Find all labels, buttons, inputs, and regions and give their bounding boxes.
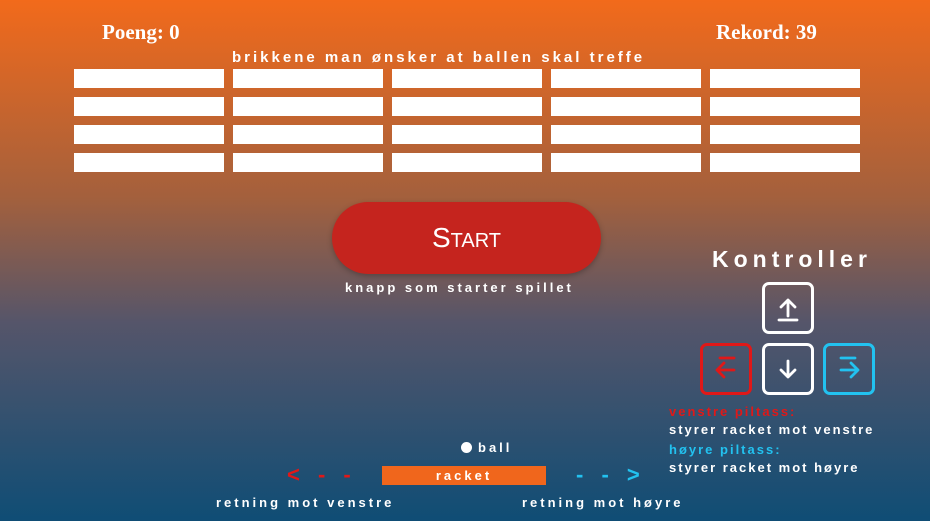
right-direction-arrow: - - > xyxy=(576,462,646,487)
left-direction-arrow: < - - xyxy=(287,462,357,487)
left-key xyxy=(700,343,752,395)
brick xyxy=(74,153,224,172)
up-key xyxy=(762,282,814,334)
start-button[interactable]: Start xyxy=(332,202,601,274)
left-direction-caption: retning mot venstre xyxy=(216,495,395,510)
brick xyxy=(74,69,224,88)
ball xyxy=(461,442,472,453)
down-key xyxy=(762,343,814,395)
controls-title: Kontroller xyxy=(712,246,872,272)
brick xyxy=(710,153,860,172)
right-key-description: styrer racket mot høyre xyxy=(669,460,860,475)
arrow-right-icon xyxy=(839,356,860,379)
record-display: Rekord: 39 xyxy=(716,20,817,44)
arrow-left-icon xyxy=(715,356,736,379)
arrow-up-icon xyxy=(777,298,799,322)
brick xyxy=(551,125,701,144)
brick xyxy=(392,97,542,116)
score-display: Poeng: 0 xyxy=(102,20,180,44)
right-direction-caption: retning mot høyre xyxy=(522,495,684,510)
arrow-down-icon xyxy=(779,359,797,379)
brick xyxy=(74,97,224,116)
brick xyxy=(233,153,383,172)
start-caption: knapp som starter spillet xyxy=(345,280,574,295)
brick xyxy=(392,153,542,172)
right-key-label: høyre piltass: xyxy=(669,442,782,457)
left-key-label: venstre piltass: xyxy=(669,404,797,419)
brick xyxy=(233,125,383,144)
brick xyxy=(551,69,701,88)
left-key-description: styrer racket mot venstre xyxy=(669,422,875,437)
brick xyxy=(551,153,701,172)
brick xyxy=(392,69,542,88)
bricks-caption: brikkene man ønsker at ballen skal treff… xyxy=(232,49,646,66)
racket: racket xyxy=(382,466,546,485)
brick xyxy=(74,125,224,144)
brick xyxy=(392,125,542,144)
ball-label: ball xyxy=(478,440,513,455)
brick xyxy=(710,97,860,116)
brick xyxy=(233,97,383,116)
brick xyxy=(551,97,701,116)
brick xyxy=(710,125,860,144)
brick xyxy=(233,69,383,88)
brick-grid xyxy=(74,69,860,172)
brick xyxy=(710,69,860,88)
right-key xyxy=(823,343,875,395)
